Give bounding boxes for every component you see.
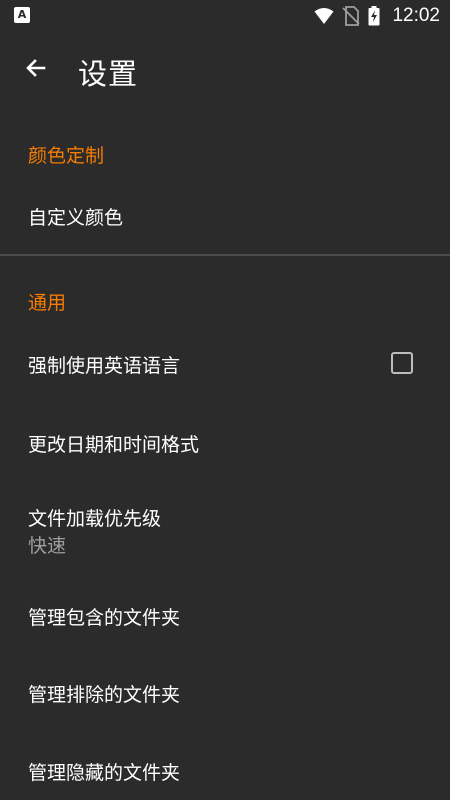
pref-included-folders[interactable]: 管理包含的文件夹 (0, 578, 450, 654)
section-header-color-customization: 颜色定制 (28, 145, 105, 167)
pref-force-english[interactable]: 强制使用英语语言 (0, 324, 450, 404)
pref-excluded-folders[interactable]: 管理排除的文件夹 (0, 654, 450, 732)
pref-force-english-title: 强制使用英语语言 (28, 355, 181, 377)
pref-custom-colors[interactable]: 自定义颜色 (0, 180, 450, 252)
pref-date-time-format[interactable]: 更改日期和时间格式 (0, 404, 450, 482)
pref-file-loading-priority[interactable]: 文件加载优先级 快速 (0, 482, 450, 578)
pref-file-loading-priority-summary: 快速 (28, 535, 67, 557)
back-button[interactable] (14, 46, 58, 90)
page-title: 设置 (78, 57, 139, 91)
battery-charging-icon (368, 6, 380, 26)
app-bar: 设置 (0, 32, 450, 110)
pref-hidden-folders-title: 管理隐藏的文件夹 (28, 762, 181, 784)
section-divider (0, 254, 450, 256)
status-icons: 12:02 (314, 4, 440, 28)
arrow-left-icon (26, 59, 46, 77)
no-sim-icon (342, 6, 361, 26)
pref-hidden-folders[interactable]: 管理隐藏的文件夹 (0, 732, 450, 800)
pref-included-folders-title: 管理包含的文件夹 (28, 607, 181, 629)
app-notification-icon: A (14, 7, 30, 23)
pref-custom-colors-title: 自定义颜色 (28, 207, 124, 229)
wifi-icon (314, 8, 334, 24)
force-english-checkbox[interactable] (391, 352, 413, 374)
clock-time: 12:02 (392, 5, 440, 26)
section-header-general: 通用 (28, 292, 67, 314)
pref-file-loading-priority-title: 文件加载优先级 (28, 508, 162, 530)
status-bar: A 12:02 (0, 0, 450, 32)
pref-date-time-format-title: 更改日期和时间格式 (28, 434, 200, 456)
pref-excluded-folders-title: 管理排除的文件夹 (28, 684, 181, 706)
